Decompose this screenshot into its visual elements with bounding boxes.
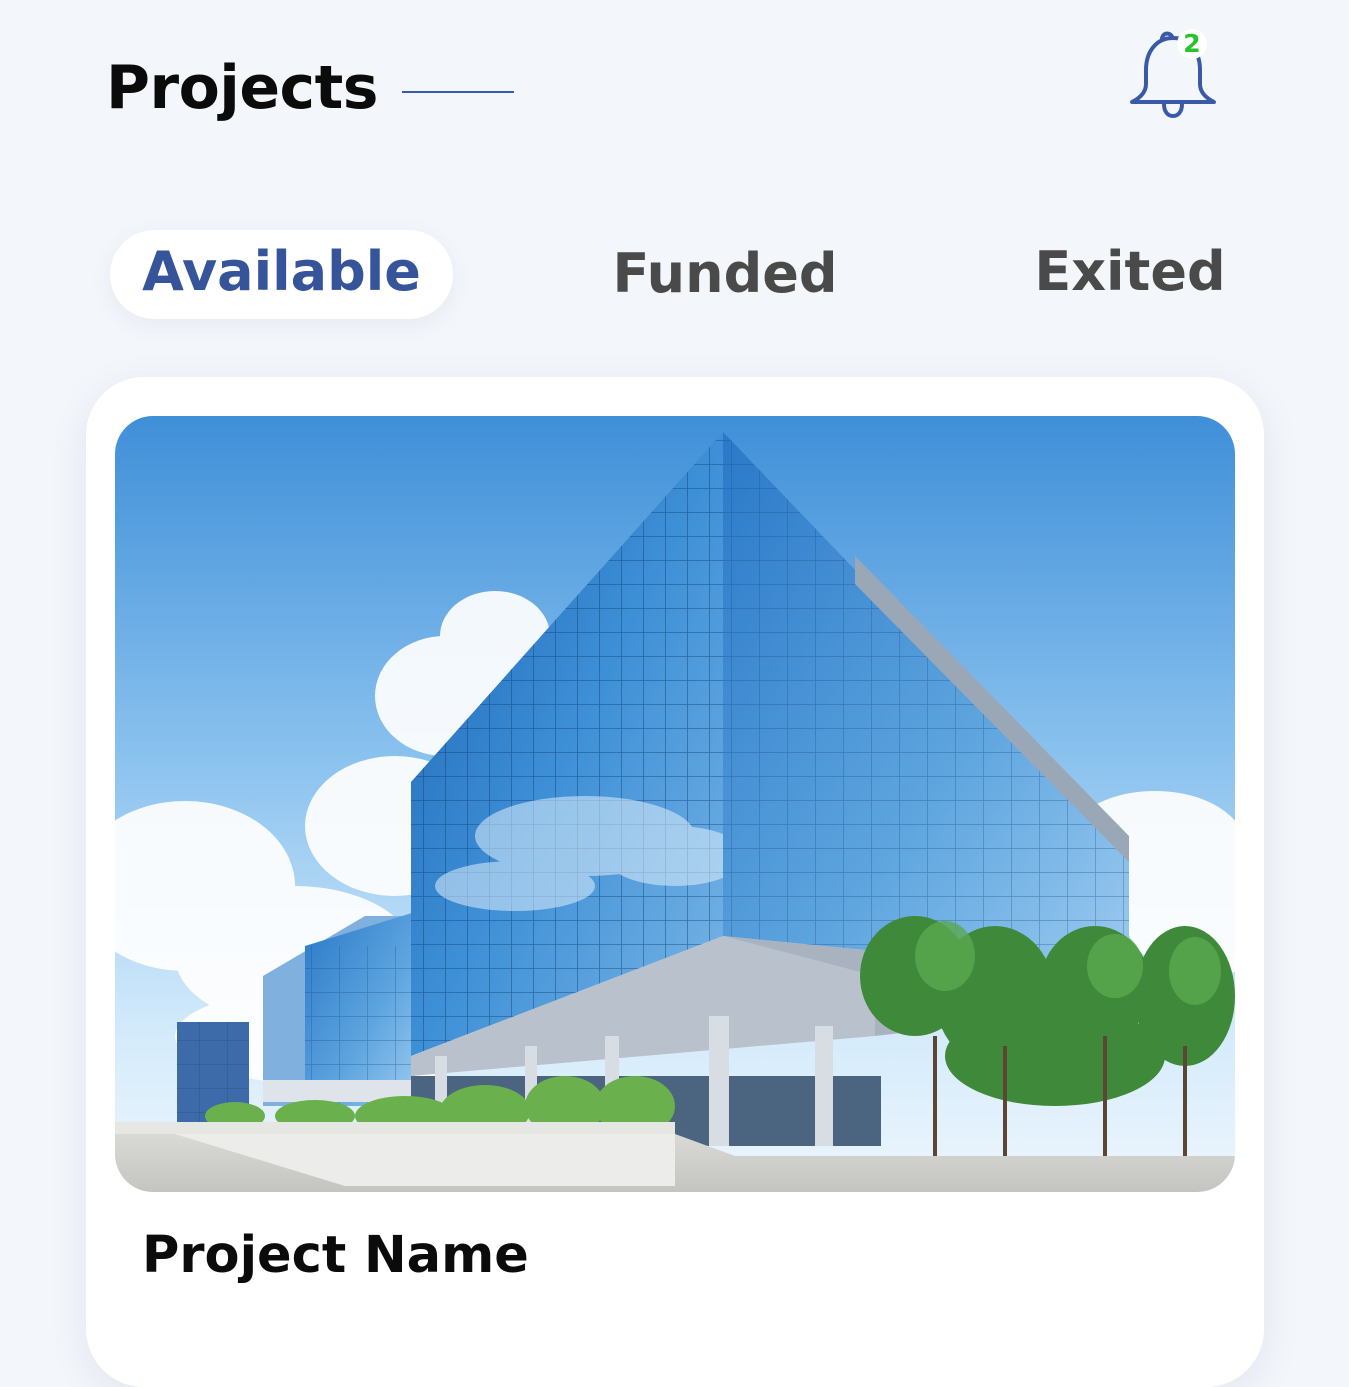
bell-icon xyxy=(1130,31,1216,118)
tab-funded[interactable]: Funded xyxy=(610,244,840,304)
title-underline xyxy=(402,91,514,93)
notification-count-badge: 2 xyxy=(1177,29,1207,59)
tab-exited[interactable]: Exited xyxy=(1030,242,1230,302)
office-building-illustration xyxy=(115,416,1235,1192)
project-image xyxy=(115,416,1235,1192)
project-name: Project Name xyxy=(142,1226,529,1285)
tab-available-label: Available xyxy=(142,240,421,303)
project-card[interactable]: Project Name xyxy=(86,377,1264,1387)
page-title: Projects xyxy=(106,53,379,123)
notifications-button[interactable] xyxy=(1124,26,1222,122)
tab-available[interactable]: Available xyxy=(110,230,453,319)
